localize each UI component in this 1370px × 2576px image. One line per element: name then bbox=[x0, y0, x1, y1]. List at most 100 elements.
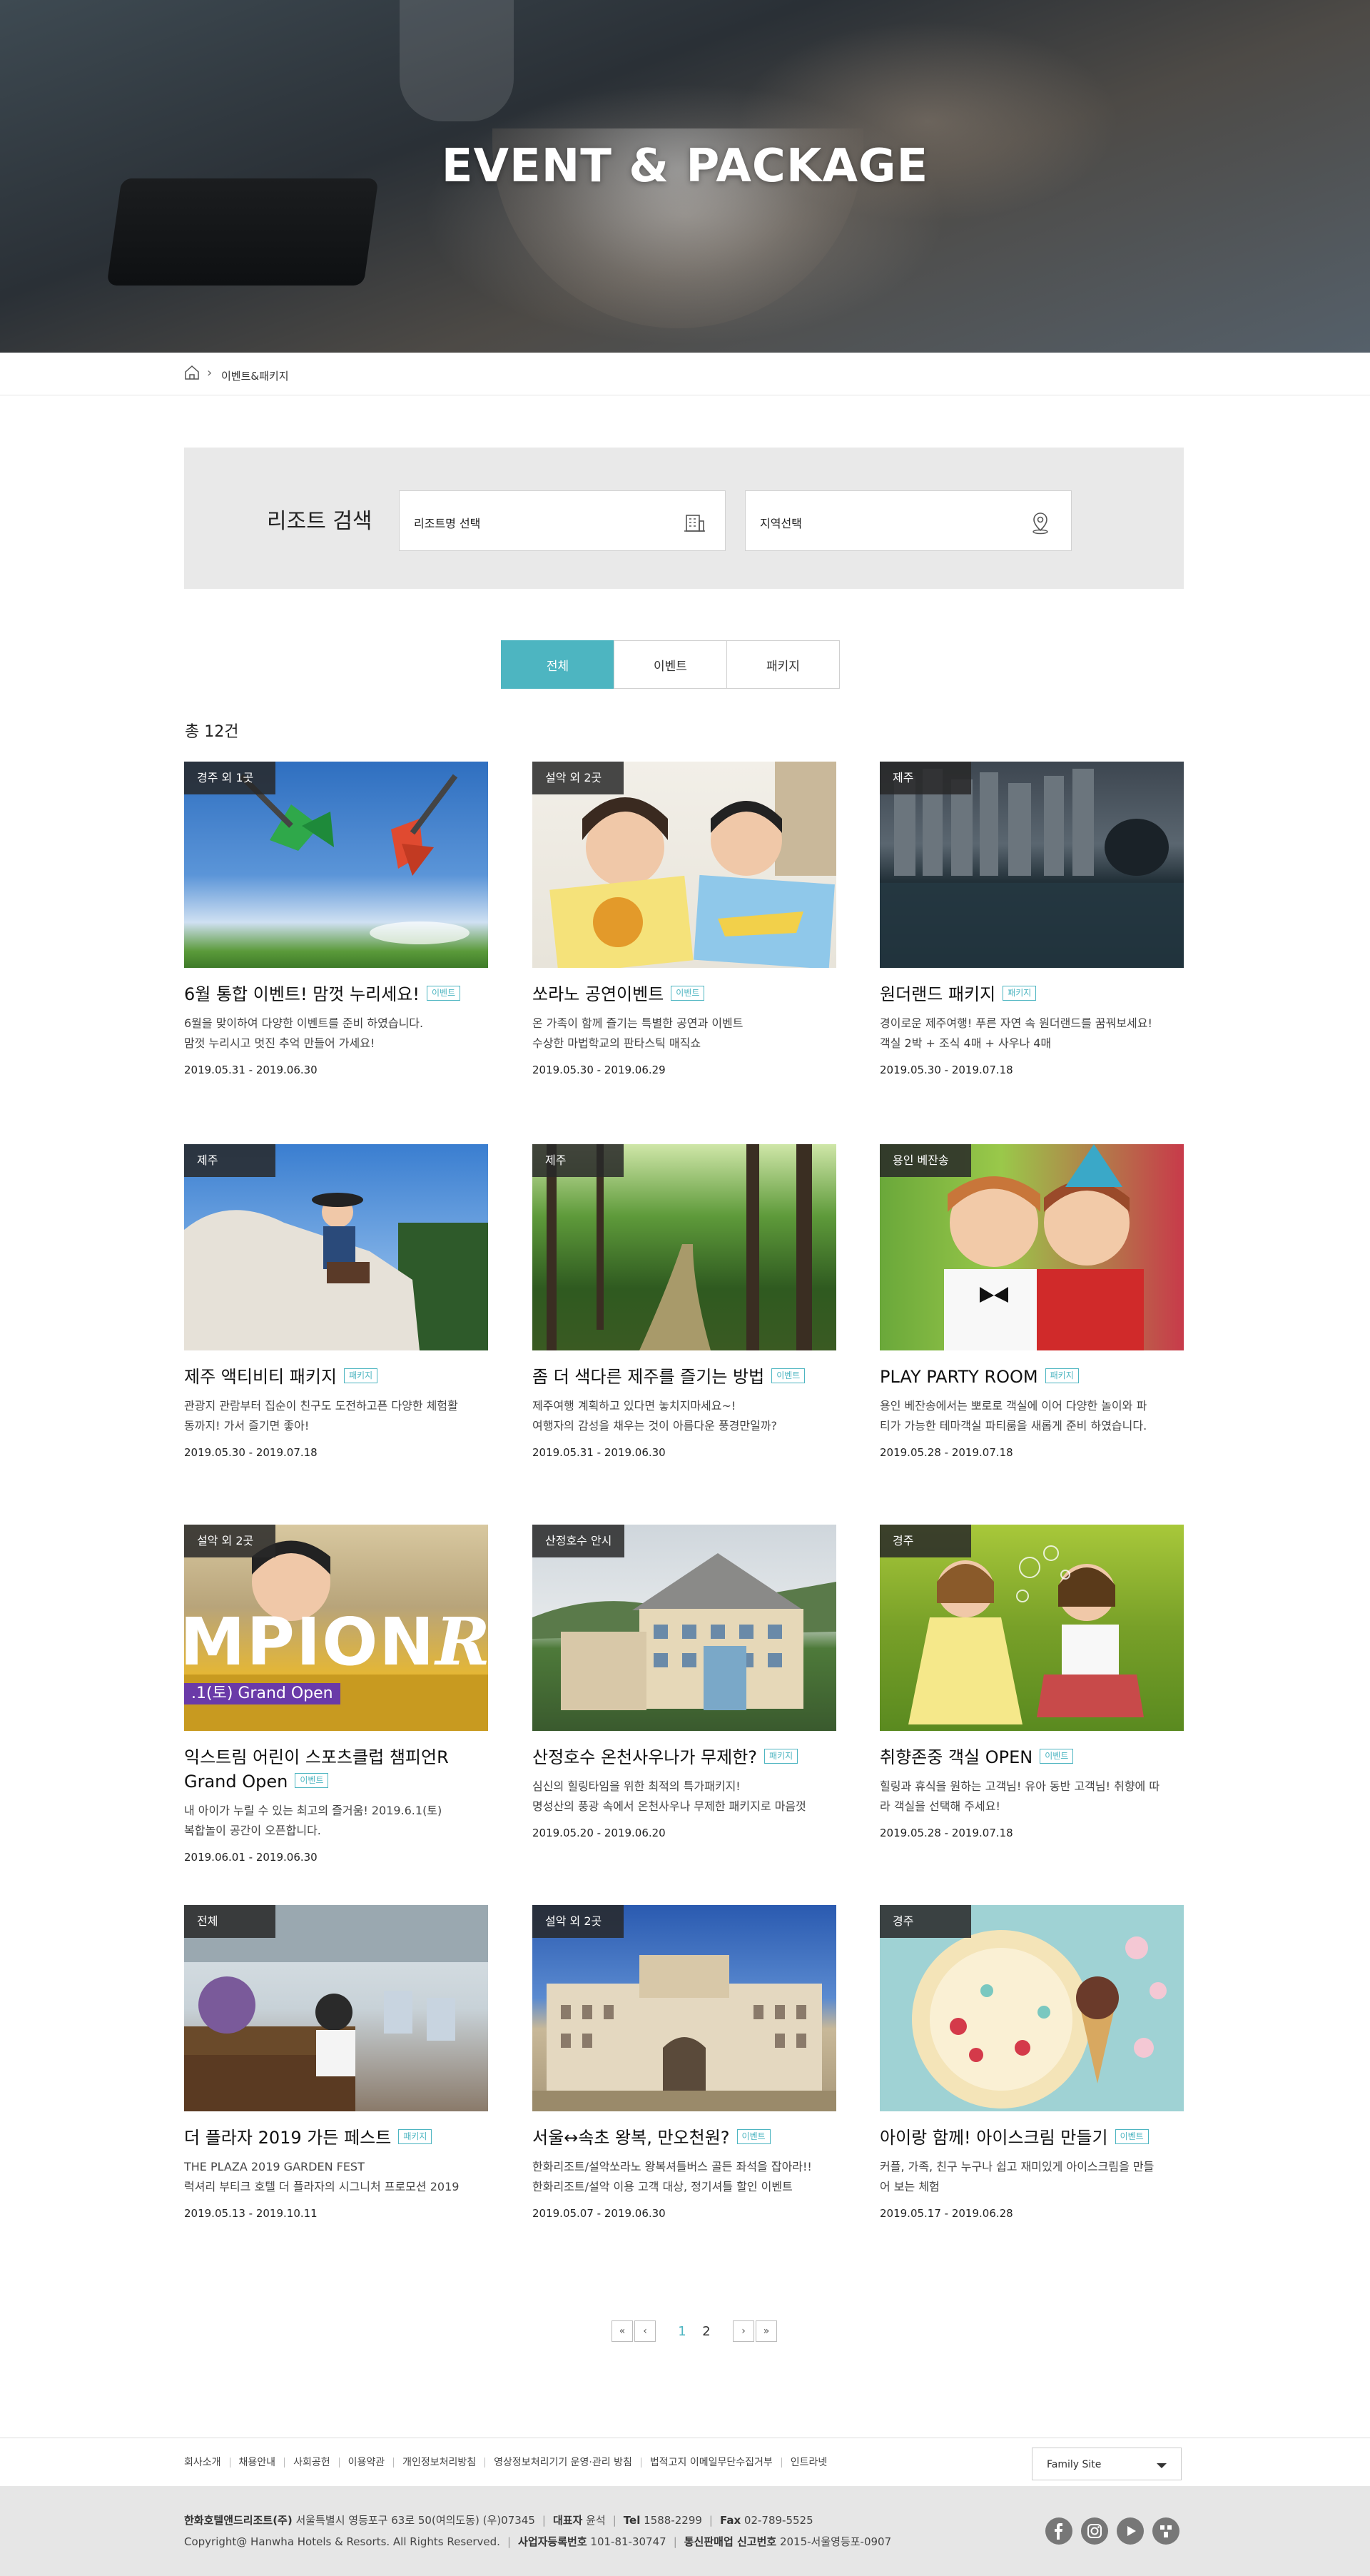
card-region-tag: 전체 bbox=[184, 1905, 275, 1938]
card-description: 온 가족이 함께 즐기는 특별한 공연과 이벤트 수상한 마법학교의 판타스틱 매… bbox=[532, 1016, 744, 1050]
first-page-button[interactable]: « bbox=[612, 2320, 633, 2342]
footer-legal-info: Copyright@ Hanwha Hotels & Resorts. All … bbox=[184, 2535, 892, 2548]
card-date: 2019.05.28 - 2019.07.18 bbox=[880, 1827, 1013, 1839]
card-title[interactable]: 아이랑 함께! 아이스크림 만들기 이벤트 bbox=[880, 2126, 1184, 2150]
card-type-badge: 이벤트 bbox=[1040, 1748, 1074, 1764]
card-image-garden-fest[interactable]: 전체 bbox=[184, 1905, 488, 2111]
card-type-badge: 이벤트 bbox=[295, 1772, 329, 1788]
card-date: 2019.05.30 - 2019.07.18 bbox=[184, 1446, 318, 1459]
card-date: 2019.05.28 - 2019.07.18 bbox=[880, 1446, 1013, 1459]
footer-link-csr[interactable]: 사회공헌 bbox=[285, 2458, 340, 2468]
card-region-tag: 설악 외 2곳 bbox=[184, 1525, 275, 1557]
card-title[interactable]: PLAY PARTY ROOM 패키지 bbox=[880, 1365, 1184, 1389]
card-image-ice-cream[interactable]: 경주 bbox=[880, 1905, 1184, 2111]
card-title[interactable]: 취향존중 객실 OPEN 이벤트 bbox=[880, 1745, 1184, 1769]
total-count: 총 12건 bbox=[185, 723, 239, 741]
building-icon bbox=[684, 515, 705, 532]
card-title[interactable]: 산정호수 온천사우나가 무제한? 패키지 bbox=[532, 1745, 836, 1769]
card-date: 2019.06.01 - 2019.06.30 bbox=[184, 1851, 318, 1864]
card-date: 2019.05.30 - 2019.07.18 bbox=[880, 1064, 1013, 1076]
instagram-icon[interactable] bbox=[1081, 2517, 1108, 2545]
card-image-resort-building[interactable]: 산정호수 안시 bbox=[532, 1525, 836, 1731]
card-type-badge: 이벤트 bbox=[1115, 2128, 1149, 2144]
card-type-badge: 이벤트 bbox=[671, 985, 705, 1001]
card-image-palace-hotel[interactable]: 설악 외 2곳 bbox=[532, 1905, 836, 2111]
card-title[interactable]: 익스트림 어린이 스포츠클럽 챔피언R Grand Open 이벤트 bbox=[184, 1745, 488, 1794]
event-card[interactable]: 경주 취향존중 객실 OPEN 이벤트 힐링과 휴식을 원하는 고객님! 유아 동… bbox=[880, 1525, 1184, 1839]
tab-package[interactable]: 패키지 bbox=[726, 640, 840, 689]
footer-link-intranet[interactable]: 인트라넷 bbox=[782, 2458, 836, 2468]
card-type-badge: 패키지 bbox=[764, 1748, 798, 1764]
grand-open-banner: .1(토) Grand Open bbox=[184, 1683, 340, 1704]
event-card[interactable]: MPIONR .1(토) Grand Open 설악 외 2곳 익스트림 어린이… bbox=[184, 1525, 488, 1864]
footer-link-privacy[interactable]: 개인정보처리방침 bbox=[394, 2458, 486, 2468]
card-description: 경이로운 제주여행! 푸른 자연 속 원더랜드를 꿈꿔보세요! 객실 2박 + 조… bbox=[880, 1016, 1152, 1050]
prev-page-button[interactable]: ‹ bbox=[634, 2320, 656, 2342]
card-type-badge: 이벤트 bbox=[771, 1368, 806, 1383]
home-icon[interactable] bbox=[184, 365, 200, 380]
chevron-down-icon bbox=[1157, 2463, 1167, 2468]
category-tabs: 전체 이벤트 패키지 bbox=[501, 640, 841, 689]
event-card[interactable]: 제주 제주 액티비티 패키지 패키지 관광지 관람부터 집순이 친구도 도전하고픈… bbox=[184, 1144, 488, 1459]
card-image-bubbles-girls[interactable]: 경주 bbox=[880, 1525, 1184, 1731]
card-title[interactable]: 쏘라노 공연이벤트 이벤트 bbox=[532, 982, 836, 1006]
card-region-tag: 제주 bbox=[184, 1144, 275, 1177]
footer-link-terms[interactable]: 이용약관 bbox=[340, 2458, 395, 2468]
page-number-2[interactable]: 2 bbox=[694, 2324, 719, 2339]
footer-link-cctv-policy[interactable]: 영상정보처리기기 운영·관리 방침 bbox=[485, 2458, 641, 2468]
card-date: 2019.05.17 - 2019.06.28 bbox=[880, 2207, 1013, 2220]
card-image-kids-drawing[interactable]: 설악 외 2곳 bbox=[532, 762, 836, 968]
card-type-badge: 이벤트 bbox=[427, 985, 461, 1001]
card-title[interactable]: 더 플라자 2019 가든 페스트 패키지 bbox=[184, 2126, 488, 2150]
footer-links-list: 회사소개 채용안내 사회공헌 이용약관 개인정보처리방침 영상정보처리기기 운영… bbox=[184, 2458, 836, 2468]
card-title[interactable]: 원더랜드 패키지 패키지 bbox=[880, 982, 1184, 1006]
event-card[interactable]: 경주 외 1곳 6월 통합 이벤트! 맘껏 누리세요! 이벤트 6월을 맞이하여 … bbox=[184, 762, 488, 1076]
card-region-tag: 제주 bbox=[880, 762, 971, 794]
event-card[interactable]: 제주 좀 더 색다른 제주를 즐기는 방법 이벤트 제주여행 계획하고 있다면 놓… bbox=[532, 1144, 836, 1459]
card-type-badge: 패키지 bbox=[1003, 985, 1037, 1001]
youtube-icon[interactable] bbox=[1117, 2517, 1144, 2545]
tab-all[interactable]: 전체 bbox=[501, 640, 614, 689]
map-pin-icon bbox=[1032, 512, 1048, 535]
footer-link-legal[interactable]: 법적고지 이메일무단수집거부 bbox=[641, 2458, 782, 2468]
card-image-cliff-lake[interactable]: 제주 bbox=[880, 762, 1184, 968]
event-card[interactable]: 전체 더 플라자 2019 가든 페스트 패키지 THE PLAZA 2019 G… bbox=[184, 1905, 488, 2220]
card-region-tag: 경주 bbox=[880, 1525, 971, 1557]
card-description: THE PLAZA 2019 GARDEN FEST 럭셔리 부티크 호텔 더 플… bbox=[184, 2160, 460, 2193]
card-image-forest-path[interactable]: 제주 bbox=[532, 1144, 836, 1350]
card-image-party-kids[interactable]: 용인 베잔송 bbox=[880, 1144, 1184, 1350]
event-card[interactable]: 제주 원더랜드 패키지 패키지 경이로운 제주여행! 푸른 자연 속 원더랜드를 … bbox=[880, 762, 1184, 1076]
event-card[interactable]: 경주 아이랑 함께! 아이스크림 만들기 이벤트 커플, 가족, 친구 누구나 쉽… bbox=[880, 1905, 1184, 2220]
card-description: 커플, 가족, 친구 누구나 쉽고 재미있게 아이스크림을 만들 어 보는 체험 bbox=[880, 2160, 1155, 2193]
event-card[interactable]: 설악 외 2곳 쏘라노 공연이벤트 이벤트 온 가족이 함께 즐기는 특별한 공연… bbox=[532, 762, 836, 1076]
card-image-horse-riding[interactable]: 제주 bbox=[184, 1144, 488, 1350]
next-page-button[interactable]: › bbox=[733, 2320, 754, 2342]
event-card[interactable]: 설악 외 2곳 서울↔속초 왕복, 만오천원? 이벤트 한화리조트/설악쏘라노 왕… bbox=[532, 1905, 836, 2220]
resort-name-select[interactable]: 리조트명 선택 bbox=[399, 490, 726, 551]
card-title[interactable]: 좀 더 색다른 제주를 즐기는 방법 이벤트 bbox=[532, 1365, 836, 1389]
page-number-1[interactable]: 1 bbox=[670, 2324, 694, 2339]
card-date: 2019.05.31 - 2019.06.30 bbox=[532, 1446, 666, 1459]
card-title[interactable]: 6월 통합 이벤트! 맘껏 누리세요! 이벤트 bbox=[184, 982, 488, 1006]
page-title: EVENT & PACKAGE bbox=[441, 140, 929, 193]
breadcrumb-current[interactable]: 이벤트&패키지 bbox=[221, 368, 289, 383]
card-title[interactable]: 제주 액티비티 패키지 패키지 bbox=[184, 1365, 488, 1389]
kakao-story-icon[interactable] bbox=[1152, 2517, 1179, 2545]
card-image-champion-r[interactable]: MPIONR .1(토) Grand Open 설악 외 2곳 bbox=[184, 1525, 488, 1731]
card-image-pinwheels[interactable]: 경주 외 1곳 bbox=[184, 762, 488, 968]
tab-event[interactable]: 이벤트 bbox=[614, 640, 727, 689]
card-region-tag: 설악 외 2곳 bbox=[532, 1905, 624, 1938]
event-card[interactable]: 용인 베잔송 PLAY PARTY ROOM 패키지 용인 베잔송에서는 뽀로로 … bbox=[880, 1144, 1184, 1459]
pagination: « ‹ 1 2 › » bbox=[612, 2320, 777, 2342]
breadcrumb: › 이벤트&패키지 bbox=[0, 353, 1370, 395]
family-site-select[interactable]: Family Site bbox=[1032, 2448, 1182, 2480]
facebook-icon[interactable] bbox=[1045, 2517, 1072, 2545]
card-title[interactable]: 서울↔속초 왕복, 만오천원? 이벤트 bbox=[532, 2126, 836, 2150]
footer-link-company[interactable]: 회사소개 bbox=[184, 2458, 230, 2468]
hero-banner: EVENT & PACKAGE bbox=[0, 0, 1370, 353]
card-type-badge: 패키지 bbox=[398, 2128, 432, 2144]
region-select[interactable]: 지역선택 bbox=[745, 490, 1072, 551]
event-card[interactable]: 산정호수 안시 산정호수 온천사우나가 무제한? 패키지 심신의 힐링타임을 위한… bbox=[532, 1525, 836, 1839]
footer-link-careers[interactable]: 채용안내 bbox=[230, 2458, 285, 2468]
last-page-button[interactable]: » bbox=[756, 2320, 777, 2342]
